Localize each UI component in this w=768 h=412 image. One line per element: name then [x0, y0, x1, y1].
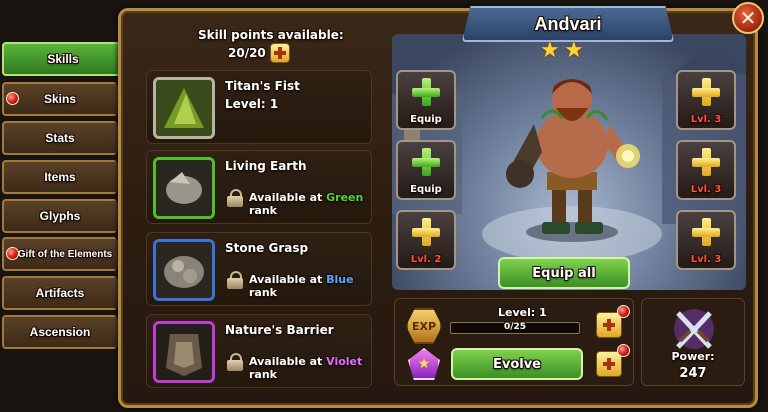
skill-name: Titan's Fist: [225, 79, 300, 93]
add-skill-points-button[interactable]: [270, 43, 290, 63]
required-rank: Blue: [326, 273, 354, 286]
equipment-slot[interactable]: Lvl. 2: [396, 210, 456, 270]
tab-ascension[interactable]: Ascension: [2, 315, 130, 349]
notification-dot: [6, 247, 19, 260]
skill-unlock-requirement: Available at Violet rank: [249, 355, 371, 381]
tab-label: Glyphs: [39, 209, 81, 223]
tab-label: Artifacts: [35, 286, 85, 300]
tab-label: Items: [44, 170, 76, 184]
skill-points-title: Skill points available:: [198, 28, 344, 42]
equipment-slot[interactable]: Equip: [396, 70, 456, 130]
notification-dot: [6, 92, 19, 105]
tab-stats[interactable]: Stats: [2, 121, 130, 155]
slot-status: Equip: [410, 184, 442, 195]
exp-label: EXP: [411, 319, 437, 333]
skill-points-value: 20/20: [228, 46, 266, 60]
lock-icon: [227, 189, 243, 207]
requirement-suffix: rank: [249, 368, 277, 381]
skill-card[interactable]: Living Earth Available at Green rank: [146, 150, 372, 224]
tab-skills[interactable]: Skills: [2, 42, 136, 76]
skill-card[interactable]: Nature's Barrier Available at Violet rank: [146, 314, 372, 388]
requirement-suffix: rank: [249, 286, 277, 299]
tab-gift-of-the-elements[interactable]: Gift of the Elements: [2, 237, 130, 271]
equipment-slot[interactable]: Lvl. 3: [676, 70, 736, 130]
skill-icon: [153, 157, 215, 219]
lock-icon: [227, 353, 243, 371]
slot-status: Equip: [410, 114, 442, 125]
evolve-button[interactable]: Evolve: [451, 348, 583, 380]
skill-unlock-requirement: Available at Blue rank: [249, 273, 371, 299]
plus-icon: [692, 218, 720, 246]
equip-all-button[interactable]: Equip all: [498, 257, 630, 289]
tab-artifacts[interactable]: Artifacts: [2, 276, 130, 310]
power-label: Power:: [671, 350, 715, 363]
skill-card[interactable]: Titan's Fist Level: 1: [146, 70, 372, 144]
slot-status: Lvl. 2: [410, 254, 442, 265]
requirement-prefix: Available at: [249, 191, 327, 204]
plus-icon: [692, 78, 720, 106]
close-icon: ✕: [739, 6, 757, 30]
lock-icon: [227, 271, 243, 289]
star-icon: ★: [564, 38, 584, 63]
tab-label: Gift of the Elements: [17, 248, 113, 260]
notification-dot: [617, 305, 630, 318]
crossed-swords-icon: [674, 309, 714, 349]
tab-label: Skills: [47, 52, 79, 66]
requirement-prefix: Available at: [249, 355, 327, 368]
plus-icon: [692, 148, 720, 176]
exp-progress-text: 0/25: [503, 322, 527, 332]
hero-name-banner: Andvari: [462, 6, 674, 42]
required-rank: Violet: [326, 355, 363, 368]
tab-label: Ascension: [29, 325, 91, 339]
hero-name: Andvari: [534, 13, 602, 34]
slot-status: Lvl. 3: [690, 114, 722, 125]
power-value: 247: [679, 366, 707, 381]
close-button[interactable]: ✕: [732, 2, 764, 34]
tab-label: Skins: [43, 92, 76, 106]
plus-icon: [412, 148, 440, 176]
equipment-slot[interactable]: Lvl. 3: [676, 210, 736, 270]
required-rank: Green: [326, 191, 364, 204]
equipment-slot[interactable]: Equip: [396, 140, 456, 200]
requirement-suffix: rank: [249, 204, 277, 217]
slot-status: Lvl. 3: [690, 254, 722, 265]
tab-skins[interactable]: Skins: [2, 82, 130, 116]
plus-icon: [412, 78, 440, 106]
tab-items[interactable]: Items: [2, 160, 130, 194]
exp-progress-bar: 0/25: [450, 322, 580, 334]
skill-name: Stone Grasp: [225, 241, 309, 255]
skill-level: Level: 1: [225, 97, 279, 111]
equipment-slot[interactable]: Lvl. 3: [676, 140, 736, 200]
skill-name: Nature's Barrier: [225, 323, 334, 337]
hero-level: Level: 1: [498, 306, 547, 319]
requirement-prefix: Available at: [249, 273, 327, 286]
skill-card[interactable]: Stone Grasp Available at Blue rank: [146, 232, 372, 306]
slot-status: Lvl. 3: [690, 184, 722, 195]
skill-unlock-requirement: Available at Green rank: [249, 191, 371, 217]
tab-label: Stats: [45, 131, 75, 145]
notification-dot: [617, 344, 630, 357]
skill-icon: [153, 321, 215, 383]
skill-icon: [153, 77, 215, 139]
star-icon: ★: [540, 38, 560, 63]
tab-glyphs[interactable]: Glyphs: [2, 199, 130, 233]
skill-name: Living Earth: [225, 159, 307, 173]
plus-icon: [412, 218, 440, 246]
skill-icon: [153, 239, 215, 301]
